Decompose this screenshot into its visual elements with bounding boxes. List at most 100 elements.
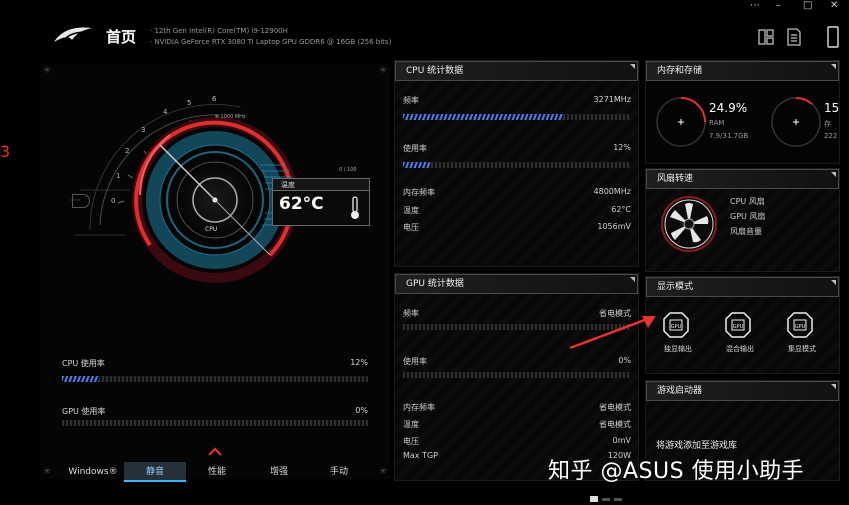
- memory-storage-panel: 内存和存储 24.9% RAM 7.9/31.7GB 15 存 222: [645, 60, 840, 164]
- rog-logo-icon: [54, 27, 92, 42]
- fan-icon: [661, 196, 717, 252]
- page-indicator[interactable]: [602, 498, 610, 501]
- hybrid-mode-label: 混合输出: [726, 345, 754, 353]
- display-mode-hybrid-button[interactable]: GPU 混合输出: [722, 311, 756, 359]
- minimize-button[interactable]: –: [776, 0, 781, 11]
- gpu-usage-label: GPU 使用率: [62, 407, 106, 416]
- window-menu-button[interactable]: ⋯: [750, 0, 760, 11]
- mode-tab-turbo[interactable]: 增强: [248, 462, 310, 482]
- cpu-usage-panel-bar-fill: [403, 162, 431, 168]
- ram-detail: 7.9/31.7GB: [709, 132, 749, 140]
- header-bar: 首页 · 12th Gen Intel(R) Core(TM) i9-12900…: [0, 0, 849, 60]
- display-mode-igpu-button[interactable]: GPU 集显模式: [784, 311, 818, 359]
- memory-storage-title: 内存和存储: [646, 61, 839, 81]
- gauge-center-label: CPU: [205, 226, 218, 233]
- gpu-mem-freq-value: 省电模式: [599, 403, 631, 412]
- cpu-usage-panel-bar: [403, 162, 631, 168]
- gpu-fan-label: GPU 风扇: [730, 212, 766, 221]
- cpu-voltage-label: 电压: [403, 223, 419, 232]
- mode-tab-silent[interactable]: 静音: [124, 462, 186, 482]
- temp-label: 温度: [281, 181, 295, 189]
- gpu-voltage-value: 0mV: [612, 436, 631, 445]
- corner-screw-icon: ✳: [379, 467, 387, 477]
- gpu-tgp-label: Max TGP: [403, 451, 438, 460]
- gauge-scale-label: 4: [163, 108, 168, 116]
- corner-screw-icon: ✳: [379, 66, 387, 76]
- cpu-usage-bar: [62, 376, 368, 382]
- cpu-temp-value: 62°C: [611, 205, 631, 214]
- cpu-spec-text: · 12th Gen Intel(R) Core(TM) i9-12900H: [150, 27, 288, 35]
- close-button[interactable]: ✕: [830, 0, 838, 11]
- ram-percent: 24.9%: [709, 101, 748, 115]
- gpu-temp-label: 温度: [403, 420, 419, 429]
- cpu-usage-label: CPU 使用率: [62, 359, 105, 368]
- cpu-freq-value: 3271MHz: [593, 95, 631, 104]
- cpu-freq-bar-fill: [403, 114, 563, 120]
- decor-d-icon: [72, 194, 90, 208]
- page-indicator-active[interactable]: [590, 496, 598, 502]
- fan-speed-panel: 风扇转速 CPU 风扇 GPU 风扇 风扇音量: [645, 168, 840, 272]
- temp-range: 0 / 100: [339, 167, 357, 173]
- display-mode-panel: 显示模式 GPU 独显输出 GPU 混合输出 GPU 集显模式: [645, 276, 840, 374]
- maximize-button[interactable]: □: [803, 0, 812, 11]
- storage-detail: 222: [824, 132, 838, 140]
- layout-icon[interactable]: [758, 28, 774, 46]
- gpu-stats-panel: GPU 统计数据 频率 省电模式 使用率 0% 内存频率 省电模式 温度 省电模…: [394, 273, 639, 481]
- watermark-text: 知乎 @ASUS 使用小助手: [548, 459, 805, 484]
- side-marker: 3: [0, 142, 11, 161]
- thermometer-icon: [351, 196, 359, 219]
- document-icon[interactable]: [786, 28, 802, 46]
- gauge-scale-label: 0: [111, 197, 116, 205]
- temperature-readout: 0 / 100 温度 62°C: [272, 167, 370, 226]
- red-arrow-icon: [569, 316, 656, 350]
- cpu-stats-title: CPU 统计数据: [395, 61, 638, 81]
- gauge-scale-label: 3: [141, 126, 146, 134]
- cpu-fan-label: CPU 风扇: [730, 197, 765, 206]
- cpu-stats-panel: CPU 统计数据 频率 3271MHz 使用率 12% 内存频率 4800MHz…: [394, 60, 639, 267]
- ram-label: RAM: [709, 119, 725, 127]
- gauge-scale-label: 2: [125, 147, 130, 155]
- mode-indicator-icon: [208, 447, 222, 456]
- page-title: 首页: [106, 28, 137, 46]
- gauge-scale-label: 5: [187, 99, 192, 107]
- display-mode-title: 显示模式: [646, 277, 839, 297]
- cpu-freq-bar: [403, 114, 631, 120]
- cpu-usage-panel-label: 使用率: [403, 144, 427, 153]
- cpu-mem-freq-value: 4800MHz: [593, 187, 631, 196]
- display-mode-dgpu-button[interactable]: GPU 独显输出: [660, 311, 694, 359]
- mode-tab-manual[interactable]: 手动: [310, 462, 368, 482]
- gpu-chip-text: GPU: [795, 324, 806, 330]
- gpu-stats-title: GPU 统计数据: [395, 274, 638, 294]
- mode-tab-performance[interactable]: 性能: [186, 462, 248, 482]
- storage-percent: 15: [824, 101, 840, 115]
- igpu-mode-label: 集显模式: [788, 345, 816, 353]
- gpu-chip-text: GPU: [671, 324, 682, 330]
- gpu-usage-panel-bar: [403, 372, 631, 378]
- corner-screw-icon: ✳: [43, 467, 51, 477]
- device-icon[interactable]: [826, 26, 840, 48]
- gpu-usage-bar: [62, 420, 368, 426]
- ram-gauge: [656, 97, 706, 147]
- gpu-chip-text: GPU: [733, 324, 744, 330]
- cpu-freq-label: 频率: [403, 96, 419, 105]
- cpu-usage-bar-fill: [62, 376, 99, 382]
- gpu-mem-freq-label: 内存频率: [403, 403, 435, 412]
- page-indicator[interactable]: [614, 498, 622, 501]
- gpu-spec-text: · NVIDIA GeForce RTX 3080 Ti Laptop GPU …: [150, 38, 392, 46]
- add-game-link[interactable]: 将游戏添加至游戏库: [656, 438, 737, 451]
- fan-speed-title: 风扇转速: [646, 169, 839, 189]
- corner-screw-icon: ✳: [43, 66, 51, 76]
- gpu-temp-value: 省电模式: [599, 420, 631, 429]
- gpu-chip-icon: GPU: [663, 312, 689, 338]
- cpu-temp-label: 温度: [403, 206, 419, 215]
- cpu-voltage-value: 1056mV: [597, 222, 631, 231]
- storage-label: 存: [824, 120, 831, 128]
- cpu-usage-panel-value: 12%: [613, 143, 631, 152]
- cpu-usage-value: 12%: [350, 358, 368, 367]
- gpu-voltage-label: 电压: [403, 437, 419, 446]
- gpu-chip-icon: GPU: [787, 312, 813, 338]
- gauge-scale-label: 6: [212, 95, 217, 103]
- cpu-mem-freq-label: 内存频率: [403, 188, 435, 197]
- temp-value: 62°C: [279, 194, 324, 214]
- mode-tab-windows[interactable]: Windows®: [62, 462, 124, 482]
